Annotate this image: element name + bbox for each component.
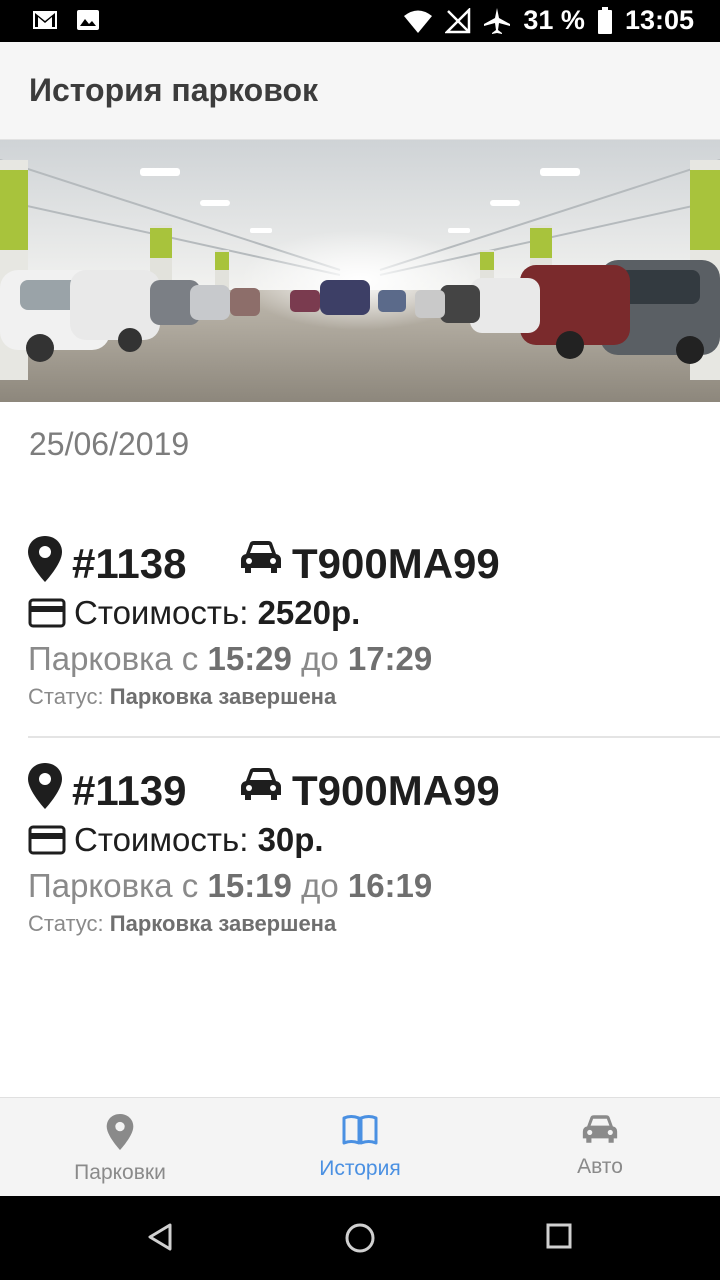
car-plate: Т900МА99 xyxy=(292,767,500,814)
map-pin-icon xyxy=(28,536,62,587)
car-plate: Т900МА99 xyxy=(292,540,500,587)
nav-label: История xyxy=(319,1157,401,1180)
parking-card[interactable]: #1138 Т900МА99 Стоимость: 2520р. Парковк… xyxy=(28,536,720,712)
airplane-icon xyxy=(483,7,511,35)
nav-parkings[interactable]: Парковки xyxy=(0,1098,240,1196)
car-icon xyxy=(240,767,282,806)
image-icon xyxy=(76,8,100,32)
book-icon xyxy=(342,1114,378,1151)
home-icon[interactable] xyxy=(344,1222,376,1259)
history-date: 25/06/2019 xyxy=(29,426,190,462)
nav-history[interactable]: История xyxy=(240,1098,480,1196)
app-bar: История парковок xyxy=(0,42,720,140)
back-icon[interactable] xyxy=(146,1222,176,1257)
parking-card[interactable]: #1139 Т900МА99 Стоимость: 30р. Парковка … xyxy=(28,763,720,939)
parking-period: Парковка с 15:19 до 16:19 xyxy=(28,867,433,904)
page-title: История парковок xyxy=(29,72,318,108)
car-icon xyxy=(582,1114,618,1149)
parking-cost: Стоимость: 2520р. xyxy=(74,594,361,631)
status-bar: 31 % 13:05 xyxy=(0,0,720,42)
map-pin-icon xyxy=(28,763,62,814)
credit-card-icon xyxy=(28,598,66,633)
system-nav-bar xyxy=(0,1196,720,1280)
car-icon xyxy=(240,540,282,579)
parking-period: Парковка с 15:29 до 17:29 xyxy=(28,640,433,677)
parking-status: Статус: Парковка завершена xyxy=(28,684,337,709)
battery-percent: 31 % xyxy=(523,5,585,35)
nav-auto[interactable]: Авто xyxy=(480,1098,720,1196)
bottom-nav: Парковки История Авто xyxy=(0,1097,720,1196)
recents-icon[interactable] xyxy=(545,1222,573,1255)
parking-id: #1139 xyxy=(72,767,187,814)
parking-cost: Стоимость: 30р. xyxy=(74,821,324,858)
parking-id: #1138 xyxy=(72,540,187,587)
parking-status: Статус: Парковка завершена xyxy=(28,911,337,936)
parking-garage-photo xyxy=(0,140,720,402)
no-sim-icon xyxy=(445,7,471,34)
credit-card-icon xyxy=(28,825,66,860)
map-pin-icon xyxy=(106,1114,134,1155)
battery-icon xyxy=(597,6,613,35)
nav-label: Авто xyxy=(577,1155,623,1178)
gmail-icon xyxy=(32,8,58,32)
wifi-icon xyxy=(403,8,433,34)
nav-label: Парковки xyxy=(74,1161,166,1184)
clock: 13:05 xyxy=(624,5,694,35)
divider xyxy=(28,736,720,738)
